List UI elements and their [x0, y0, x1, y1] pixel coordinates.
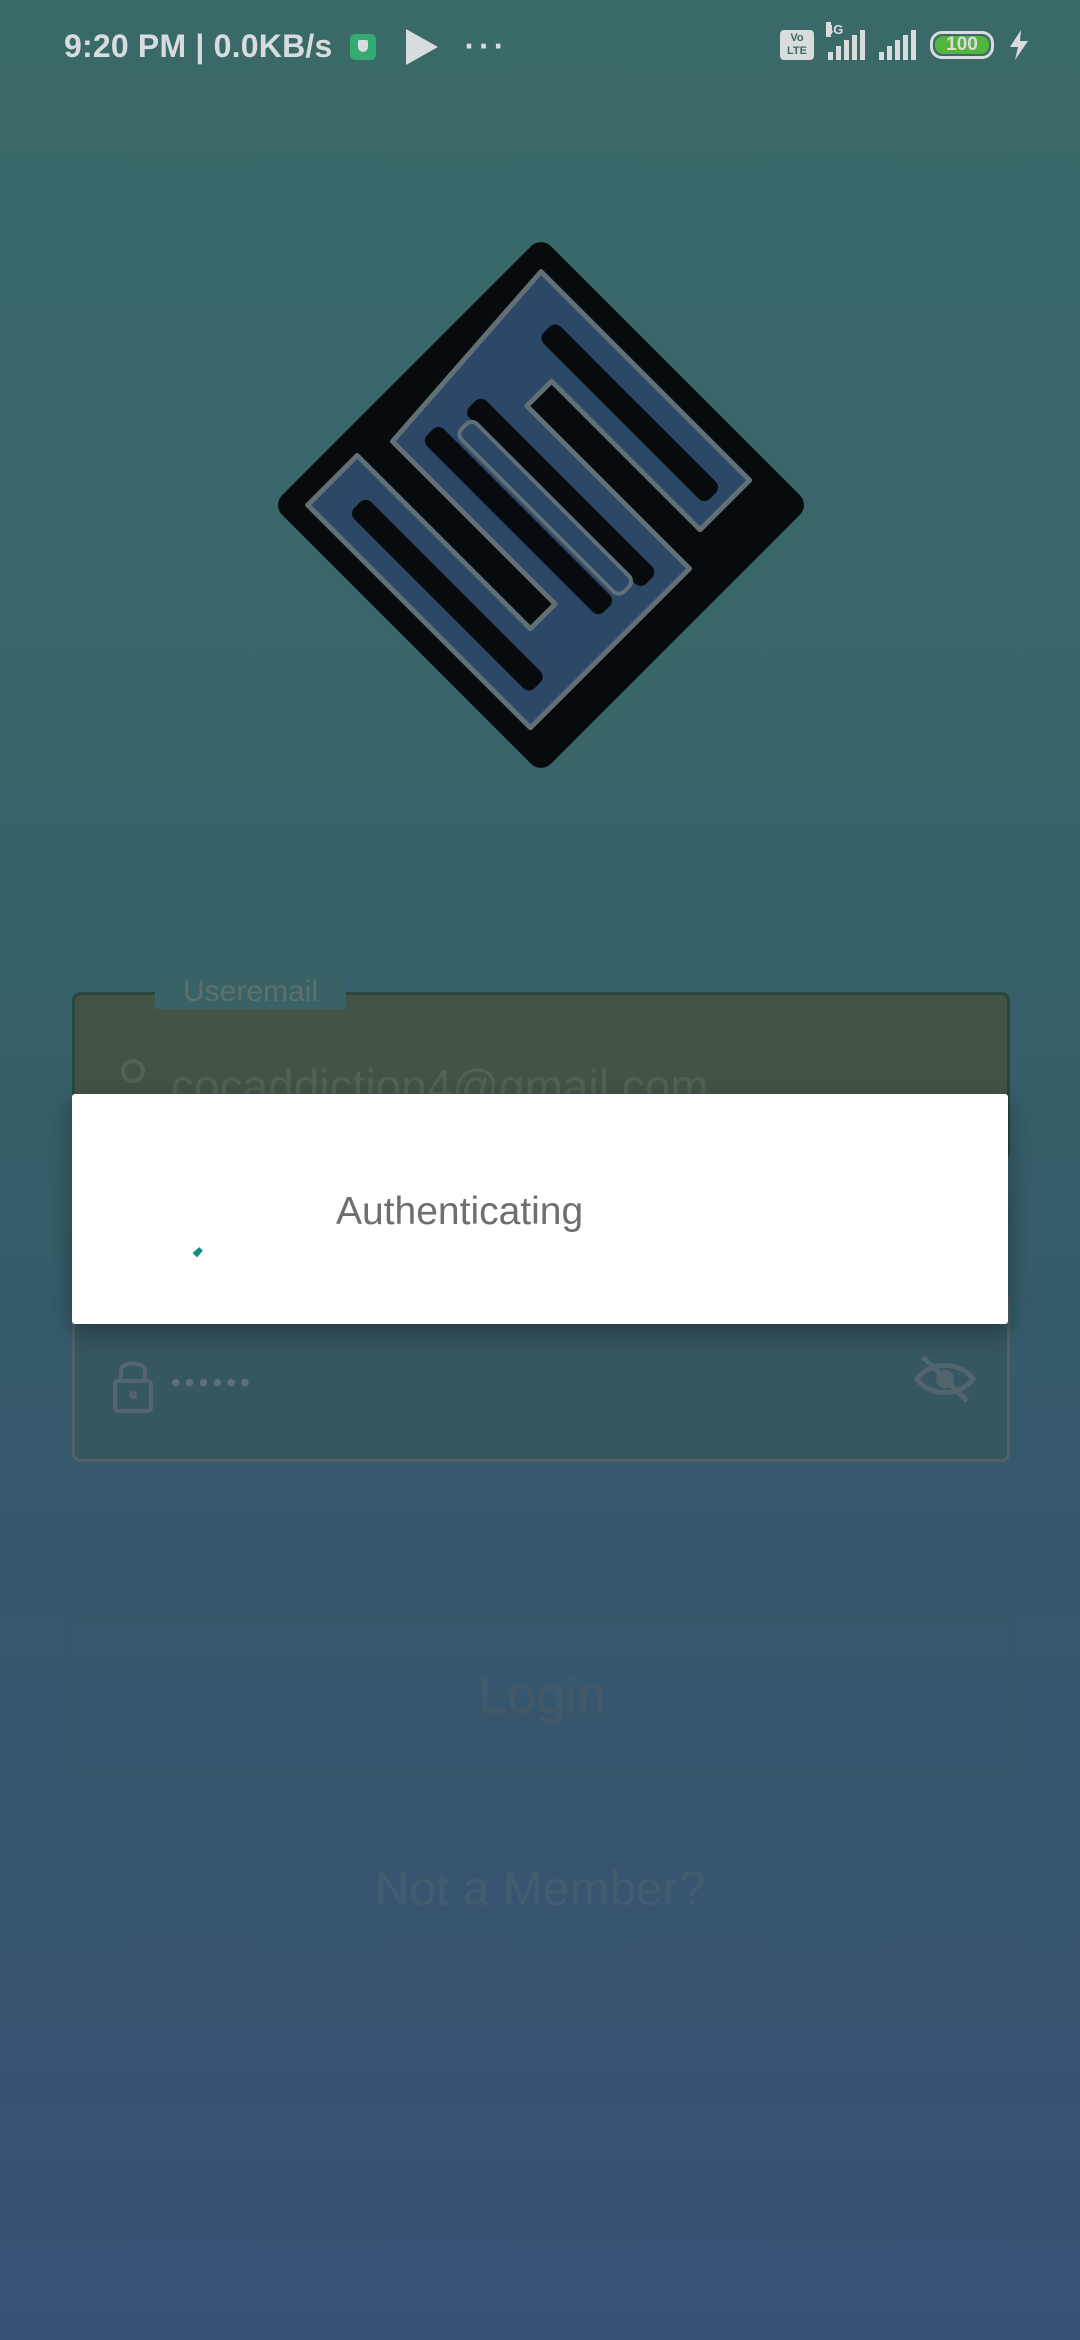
loading-spinner-icon: [192, 1247, 203, 1258]
dialog-message: Authenticating: [336, 1190, 584, 1233]
login-screen: 9:20 PM | 0.0KB/s ··· Vo LTE 4G 100 User…: [0, 0, 1080, 2340]
progress-dialog: Authenticating: [72, 1094, 1008, 1324]
